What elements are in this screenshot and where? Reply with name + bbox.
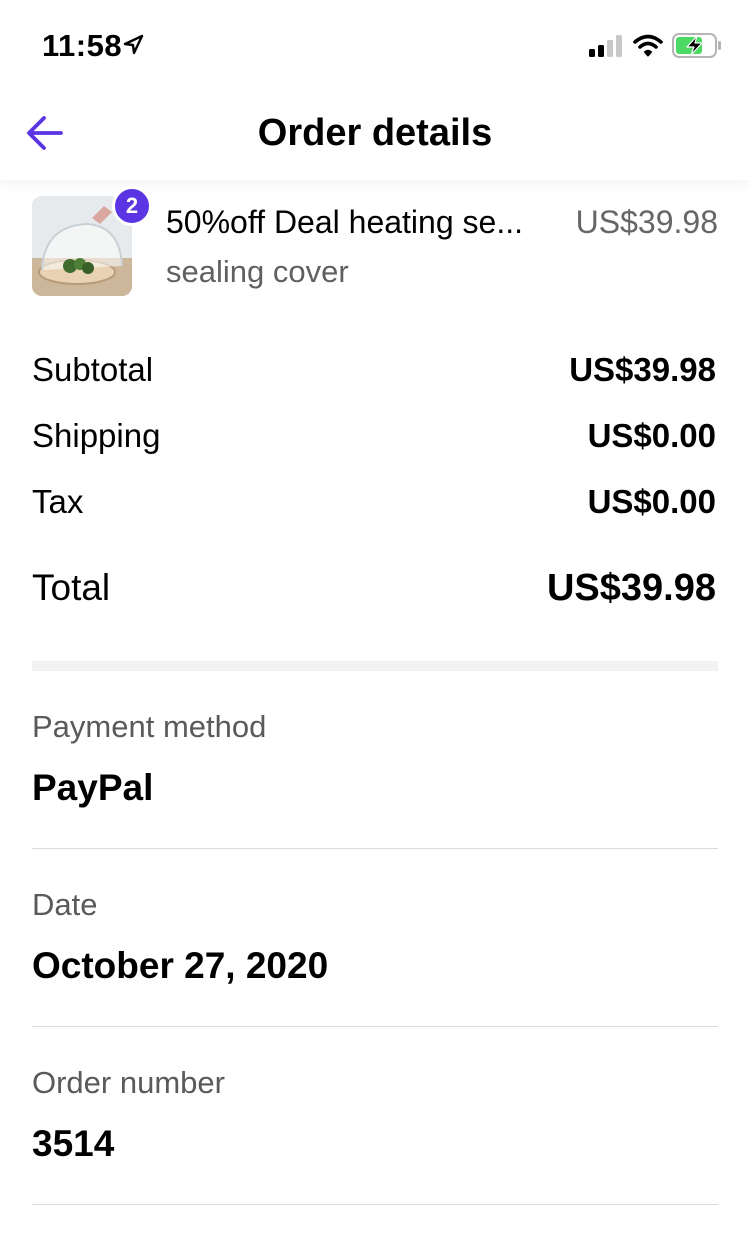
product-name: 50%off Deal heating se...: [166, 204, 523, 240]
quantity-badge: 2: [112, 186, 152, 226]
divider: [32, 1204, 718, 1205]
subtotal-value: US$39.98: [569, 351, 716, 388]
shipping-value: US$0.00: [587, 417, 716, 454]
cellular-signal-icon: [589, 35, 622, 57]
tax-label: Tax: [32, 483, 84, 520]
shipping-label: Shipping: [32, 417, 161, 454]
subtotal-label: Subtotal: [32, 351, 154, 388]
tax-row: Tax US$0.00: [32, 480, 716, 524]
order-number-label: Order number: [32, 1065, 225, 1100]
page-title: Order details: [257, 112, 493, 154]
status-bar: 11:58: [0, 0, 750, 88]
wifi-icon: [633, 34, 663, 57]
total-row: Total US$39.98: [32, 564, 716, 612]
product-variant: sealing cover: [166, 254, 349, 289]
product-price: US$39.98: [575, 204, 718, 240]
divider: [32, 848, 718, 849]
date-label: Date: [32, 887, 98, 922]
divider: [32, 1026, 718, 1027]
date-value: October 27, 2020: [32, 945, 329, 986]
total-label: Total: [32, 567, 111, 608]
payment-method-value: PayPal: [32, 767, 154, 808]
shipping-row: Shipping US$0.00: [32, 414, 716, 458]
total-value: US$39.98: [546, 566, 716, 609]
payment-method-label: Payment method: [32, 709, 267, 744]
subtotal-row: Subtotal US$39.98: [32, 348, 716, 392]
nav-bar: Order details: [0, 88, 750, 180]
tax-value: US$0.00: [587, 483, 716, 520]
order-details-screen: 11:58 Order details 2 50%off Deal heatin…: [0, 0, 750, 1242]
order-item[interactable]: 2 50%off Deal heating se... sealing cove…: [32, 186, 718, 296]
order-number-value: 3514: [32, 1123, 115, 1164]
battery-charging-icon: [672, 33, 721, 58]
status-time: 11:58: [42, 28, 123, 63]
section-divider: [32, 661, 718, 671]
location-arrow-icon: [123, 34, 144, 55]
